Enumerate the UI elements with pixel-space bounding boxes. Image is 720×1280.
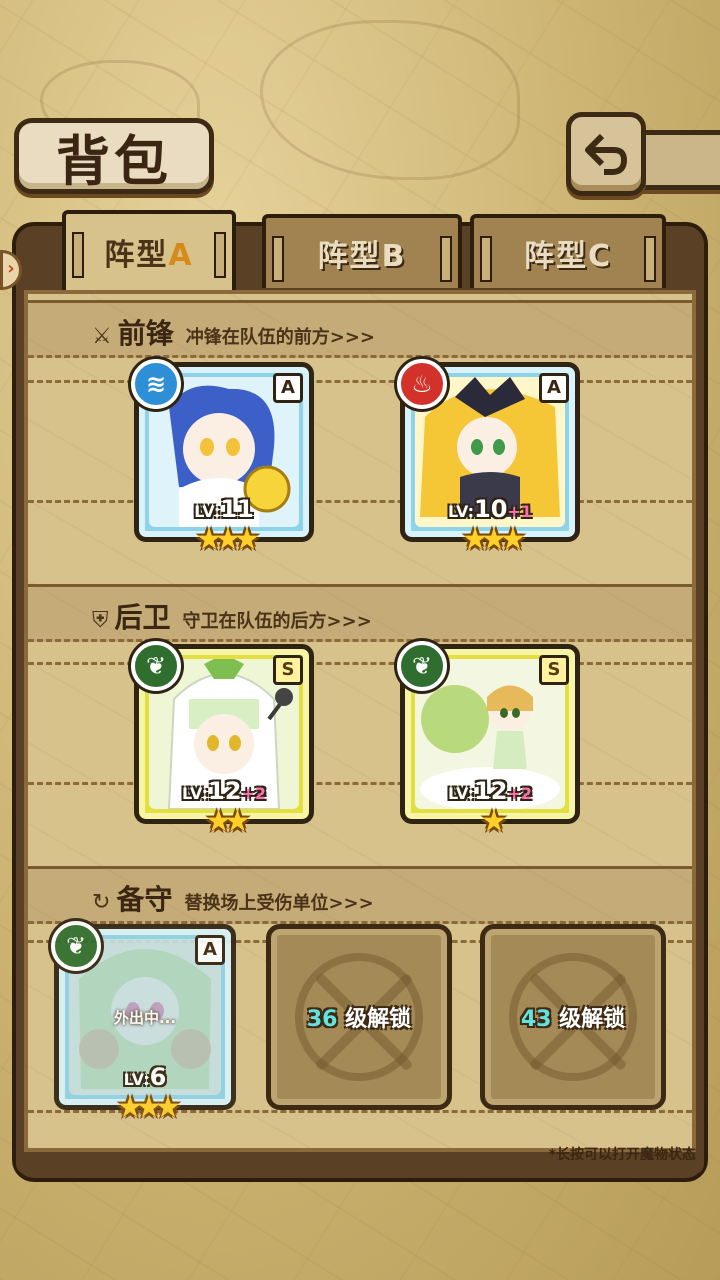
level-value: 10 [474,495,508,523]
rank-badge: A [539,373,569,403]
tab-label: 阵型 [104,238,169,273]
rank-badge: S [539,655,569,685]
back-button-tail [640,130,720,190]
page-title-plate: 背包 [14,118,214,194]
section-title: 前锋 [117,317,174,350]
level-bonus: +2 [507,784,532,803]
section-description: 替换场上受伤单位>>> [184,893,374,914]
unit-card-rearguard-1[interactable]: ❦ S LV:12+2 ★★ [131,641,314,839]
leaf-element-icon: ❦ [397,641,447,691]
section-header-rearguard: ⛨ 后卫 守卫在队伍的后方>>> [92,596,372,636]
tab-formation-a[interactable]: 阵型A [62,210,236,290]
unit-card-vanguard-2[interactable]: ♨ A LV:10+1 ★★★ [397,359,580,557]
section-title: 后卫 [114,601,171,634]
unit-card-reserve-1[interactable]: ❦ A 外出中... LV:6 ★★★ [51,921,236,1125]
unit-level: LV:6 [59,1063,231,1091]
level-bonus: +1 [507,502,532,521]
section-description: 冲锋在队伍的前方>>> [185,327,375,348]
water-element-icon: ≋ [131,359,181,409]
level-value: 12 [208,777,242,805]
divider [28,500,692,503]
rank-badge: S [273,655,303,685]
shield-icon: ⛨ [92,608,109,633]
back-arrow-icon [585,133,627,175]
divider [28,380,692,383]
rank-badge: A [273,373,303,403]
star-rating: ★★★ [461,522,527,557]
star-rating: ★★★ [116,1090,182,1125]
level-value: 6 [149,1063,167,1091]
divider [28,662,692,665]
unlock-requirement: 43 级解锁 [521,1001,625,1033]
level-prefix: LV: [123,1070,150,1089]
tab-label: 阵型 [317,239,382,274]
unit-level: LV:11 [139,495,309,523]
unit-card-vanguard-1[interactable]: ≋ A LV:11 ★★★ [131,359,314,557]
level-value: 12 [474,777,508,805]
level-bonus: +2 [241,784,266,803]
level-prefix: LV: [447,784,475,803]
back-button[interactable] [566,112,646,196]
unlock-label: 级解锁 [551,1007,626,1032]
page-title: 背包 [56,128,172,193]
star-rating: ★★ [205,804,251,839]
unlock-level: 43 [520,1007,552,1032]
panel-bottom-bar [16,1160,704,1174]
tab-formation-b[interactable]: 阵型B [262,214,462,288]
locked-slot-2[interactable]: 43 级解锁 [480,924,666,1110]
unlock-level: 36 [306,1007,338,1032]
unit-level: LV:12+2 [139,777,309,805]
level-value: 11 [220,495,254,523]
star-rating: ★ [480,804,508,839]
level-prefix: LV: [181,784,209,803]
sword-icon: ⚔ [92,324,112,349]
map-decoration [260,20,520,180]
locked-slot-1[interactable]: 36 级解锁 [266,924,452,1110]
unlock-requirement: 36 级解锁 [307,1001,411,1033]
section-header-vanguard: ⚔ 前锋 冲锋在队伍的前方>>> [92,312,375,352]
level-prefix: LV: [447,502,475,521]
fire-element-icon: ♨ [397,359,447,409]
rank-badge: A [195,935,225,965]
unit-status: 外出中... [113,1009,177,1027]
tab-label: 阵型 [523,239,588,274]
leaf-element-icon: ❦ [51,921,101,971]
section-header-reserve: ↻ 备守 替换场上受伤单位>>> [92,878,374,918]
unit-level: LV:12+2 [405,777,575,805]
tab-letter: C [587,239,613,274]
section-description: 守卫在队伍的后方>>> [182,611,372,632]
level-prefix: LV: [194,502,221,521]
unit-level: LV:10+1 [405,495,575,523]
tab-letter: B [381,239,407,274]
refresh-icon: ↻ [92,890,111,915]
section-title: 备守 [116,883,173,916]
tab-letter: A [168,238,194,273]
unlock-label: 级解锁 [337,1007,412,1032]
tab-formation-c[interactable]: 阵型C [470,214,666,288]
divider [28,782,692,785]
unit-card-rearguard-2[interactable]: ❦ S LV:12+2 ★ [397,641,580,839]
star-rating: ★★★ [195,522,261,557]
leaf-element-icon: ❦ [131,641,181,691]
